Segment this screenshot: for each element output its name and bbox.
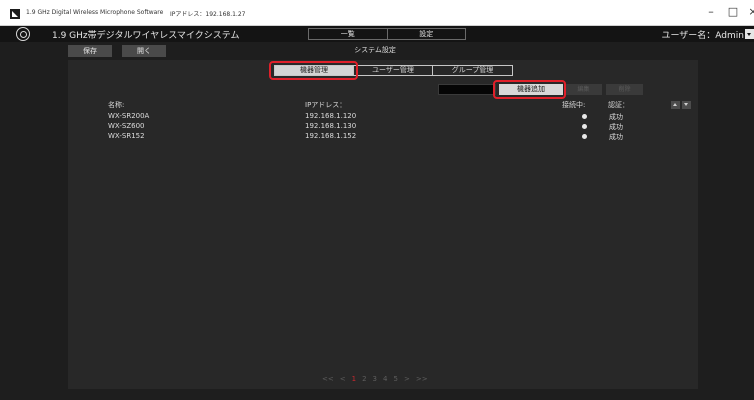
table-row[interactable]: WX-SZ600 192.168.1.130 成功 bbox=[68, 122, 698, 132]
device-auth: 成功 bbox=[609, 133, 623, 141]
save-button[interactable]: 保存 bbox=[68, 45, 112, 57]
app-window: 1.9 GHz帯デジタルワイヤレスマイクシステム 一覧 設定 ユーザー名：Adm… bbox=[0, 26, 754, 400]
device-name: WX-SR200A bbox=[108, 112, 150, 120]
page-link-current[interactable]: 1 bbox=[352, 375, 356, 383]
app-title: 1.9 GHz帯デジタルワイヤレスマイクシステム bbox=[52, 31, 240, 41]
highlight-frame-tab bbox=[269, 61, 358, 80]
app-logo-icon bbox=[10, 9, 20, 19]
tab-group-management[interactable]: グループ管理 bbox=[433, 66, 512, 75]
maximize-button[interactable]: □ bbox=[726, 5, 740, 18]
table-row[interactable]: WX-SR152 192.168.1.152 成功 bbox=[68, 132, 698, 142]
page-link[interactable]: 5 bbox=[393, 375, 397, 383]
delete-button[interactable]: 削除 bbox=[606, 84, 643, 95]
page-link[interactable]: 3 bbox=[373, 375, 377, 383]
nav-settings[interactable]: 設定 bbox=[388, 29, 466, 39]
minimize-button[interactable]: – bbox=[704, 5, 718, 18]
window-title: 1.9 GHz Digital Wireless Microphone Soft… bbox=[26, 9, 164, 16]
pagination: << < 1 2 3 4 5 > >> bbox=[322, 375, 428, 383]
tab-user-management[interactable]: ユーザー管理 bbox=[354, 66, 433, 75]
connected-status-icon bbox=[582, 124, 587, 129]
sort-down-icon[interactable] bbox=[682, 101, 691, 109]
section-title: システム設定 bbox=[354, 46, 396, 54]
connected-status-icon bbox=[582, 114, 587, 119]
edit-button[interactable]: 編集 bbox=[565, 84, 602, 95]
page-last-link[interactable]: >> bbox=[416, 375, 428, 383]
app-header: 1.9 GHz帯デジタルワイヤレスマイクシステム 一覧 設定 ユーザー名：Adm… bbox=[0, 26, 754, 42]
table-row[interactable]: WX-SR200A 192.168.1.120 成功 bbox=[68, 112, 698, 122]
column-header-auth[interactable]: 認証： bbox=[608, 100, 629, 110]
open-button[interactable]: 開く bbox=[122, 45, 166, 57]
device-ip: 192.168.1.120 bbox=[305, 112, 357, 120]
nav-list[interactable]: 一覧 bbox=[309, 29, 388, 39]
page-first-link[interactable]: << bbox=[322, 375, 334, 383]
page-link[interactable]: 2 bbox=[362, 375, 366, 383]
page-prev-link[interactable]: < bbox=[340, 375, 346, 383]
column-header-name[interactable]: 名称: bbox=[108, 100, 124, 110]
user-menu-chevron-down-icon[interactable] bbox=[745, 29, 754, 39]
window-ip-address: IPアドレス：192.168.1.27 bbox=[170, 11, 246, 18]
sort-up-icon[interactable] bbox=[671, 101, 680, 109]
highlight-frame-add bbox=[493, 80, 566, 99]
column-header-connected[interactable]: 接続中: bbox=[562, 100, 585, 110]
top-navigation: 一覧 設定 bbox=[308, 28, 466, 40]
close-button[interactable]: × bbox=[746, 5, 754, 18]
column-header-ip[interactable]: IPアドレス： bbox=[305, 100, 346, 110]
device-ip: 192.168.1.152 bbox=[305, 132, 357, 140]
device-name: WX-SR152 bbox=[108, 132, 145, 140]
settings-gear-icon[interactable] bbox=[16, 27, 30, 41]
device-auth: 成功 bbox=[609, 123, 623, 131]
user-name: ユーザー名：Admin bbox=[661, 31, 744, 41]
device-auth: 成功 bbox=[609, 113, 623, 121]
page-link[interactable]: 4 bbox=[383, 375, 387, 383]
device-ip: 192.168.1.130 bbox=[305, 122, 357, 130]
page-next-link[interactable]: > bbox=[404, 375, 410, 383]
device-name: WX-SZ600 bbox=[108, 122, 145, 130]
connected-status-icon bbox=[582, 134, 587, 139]
device-management-panel: 機器管理 ユーザー管理 グループ管理 機器追加 編集 削除 名称: IPアドレス… bbox=[68, 60, 698, 389]
window-titlebar: 1.9 GHz Digital Wireless Microphone Soft… bbox=[0, 0, 754, 26]
search-input[interactable] bbox=[438, 84, 496, 95]
